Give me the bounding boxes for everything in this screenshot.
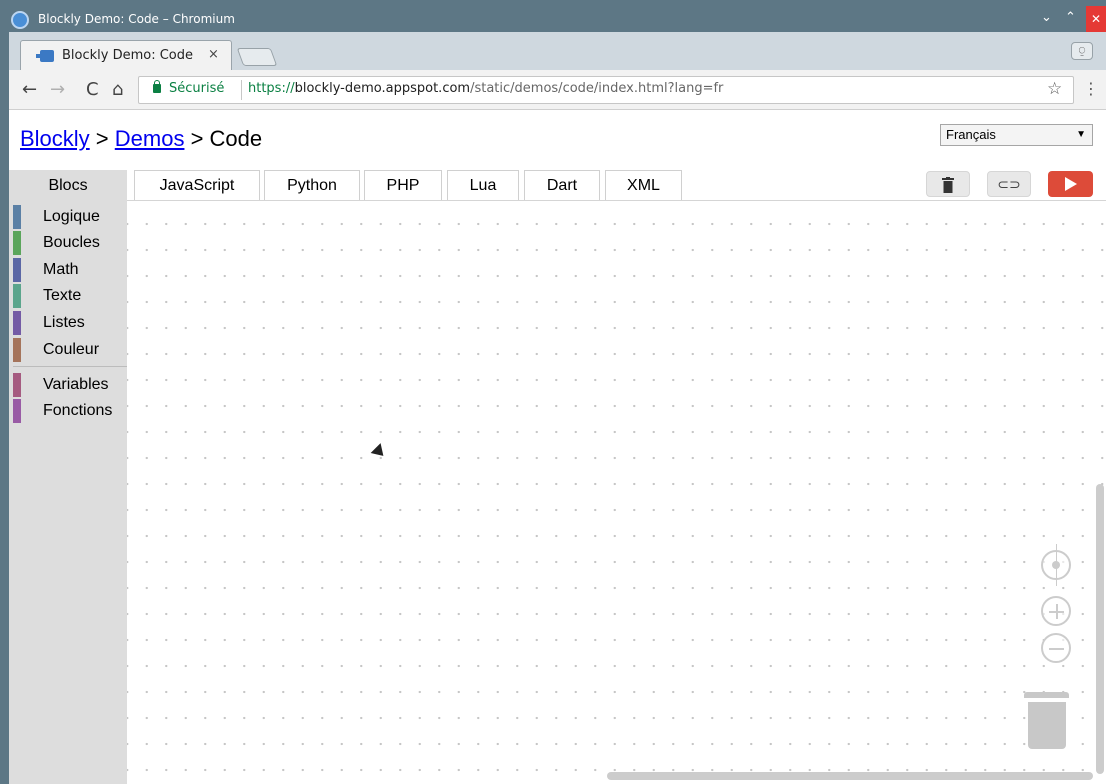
chevron-down-icon: ▼ — [1076, 129, 1086, 140]
window-titlebar: Blockly Demo: Code – Chromium ⌄ ⌃ ✕ — [0, 0, 1106, 32]
blockly-workspace[interactable] — [127, 201, 1106, 784]
link-icon: ⊂⊃ — [997, 177, 1021, 193]
toolbox-category-label: Logique — [43, 208, 100, 225]
window-title: Blockly Demo: Code – Chromium — [38, 12, 235, 26]
window-left-border — [0, 32, 9, 784]
workspace-trash-icon[interactable] — [1028, 702, 1066, 749]
blockly-favicon-icon — [36, 50, 54, 62]
category-color-swatch — [13, 311, 21, 335]
workspace-trash-lid-icon[interactable] — [1024, 692, 1069, 698]
reload-icon[interactable]: C — [86, 79, 99, 100]
url-host: blockly-demo.appspot.com — [294, 81, 471, 96]
lock-icon[interactable] — [153, 80, 161, 93]
category-color-swatch — [13, 284, 21, 308]
browser-menu-icon[interactable]: ⋮ — [1083, 79, 1099, 98]
chromium-app-icon — [11, 11, 29, 29]
address-separator — [241, 80, 242, 100]
browser-tab-title[interactable]: Blockly Demo: Code — [62, 48, 193, 63]
language-select[interactable]: Français ▼ — [940, 124, 1093, 146]
toolbox-category-label: Math — [43, 261, 79, 278]
tab-dart[interactable]: Dart — [524, 170, 600, 201]
tab-javascript[interactable]: JavaScript — [134, 170, 260, 201]
url-text[interactable]: https://blockly-demo.appspot.com/static/… — [248, 81, 723, 96]
breadcrumb-link-blockly[interactable]: Blockly — [20, 126, 90, 151]
secure-label[interactable]: Sécurisé — [169, 81, 224, 96]
toolbox-category-label: Couleur — [43, 341, 100, 358]
category-color-swatch — [13, 399, 21, 423]
new-tab-button[interactable] — [236, 48, 278, 66]
bookmark-star-icon[interactable]: ☆ — [1047, 79, 1062, 99]
play-icon — [1064, 177, 1077, 191]
category-color-swatch — [13, 205, 21, 229]
link-button[interactable]: ⊂⊃ — [987, 171, 1031, 197]
tab-xml[interactable]: XML — [605, 170, 682, 201]
zoom-in-icon[interactable] — [1041, 596, 1071, 626]
minimize-icon[interactable]: ⌄ — [1041, 10, 1052, 25]
category-color-swatch — [13, 231, 21, 255]
close-window-icon[interactable]: ✕ — [1086, 6, 1106, 32]
toolbox-category-label: Texte — [43, 287, 82, 304]
breadcrumb-separator: > — [89, 126, 115, 151]
language-select-value: Français — [946, 127, 996, 142]
zoom-reset-icon[interactable] — [1041, 544, 1071, 586]
home-icon[interactable]: ⌂ — [112, 79, 123, 100]
forward-icon[interactable]: → — [50, 79, 65, 100]
category-color-swatch — [13, 258, 21, 282]
category-color-swatch — [13, 373, 21, 397]
url-scheme: https:// — [248, 81, 295, 96]
maximize-icon[interactable]: ⌃ — [1065, 10, 1076, 25]
url-path: /static/demos/code/index.html?lang=fr — [470, 81, 724, 96]
tab-close-icon[interactable]: × — [208, 47, 219, 62]
trash-button[interactable] — [926, 171, 970, 197]
toolbox-category-label: Boucles — [43, 234, 100, 251]
toolbox-category-label: Fonctions — [43, 402, 113, 419]
profile-icon[interactable]: ⍜ — [1071, 42, 1093, 60]
zoom-out-icon[interactable] — [1041, 633, 1071, 663]
toolbox-separator — [13, 366, 127, 367]
breadcrumb: Blockly > Demos > Code — [20, 126, 262, 152]
breadcrumb-link-demos[interactable]: Demos — [115, 126, 185, 151]
run-button[interactable] — [1048, 171, 1093, 197]
trash-icon — [942, 177, 954, 193]
breadcrumb-current: Code — [209, 126, 263, 151]
tab-lua[interactable]: Lua — [447, 170, 519, 201]
tab-php[interactable]: PHP — [364, 170, 442, 201]
back-icon[interactable]: ← — [22, 79, 37, 100]
tab-python[interactable]: Python — [264, 170, 360, 201]
category-color-swatch — [13, 338, 21, 362]
breadcrumb-separator: > — [184, 126, 210, 151]
tab-blocs[interactable]: Blocs — [9, 170, 127, 201]
vertical-scrollbar[interactable] — [1096, 484, 1104, 774]
toolbox-category-label: Listes — [43, 314, 85, 331]
toolbox-category-label: Variables — [43, 376, 109, 393]
horizontal-scrollbar[interactable] — [607, 772, 1093, 780]
